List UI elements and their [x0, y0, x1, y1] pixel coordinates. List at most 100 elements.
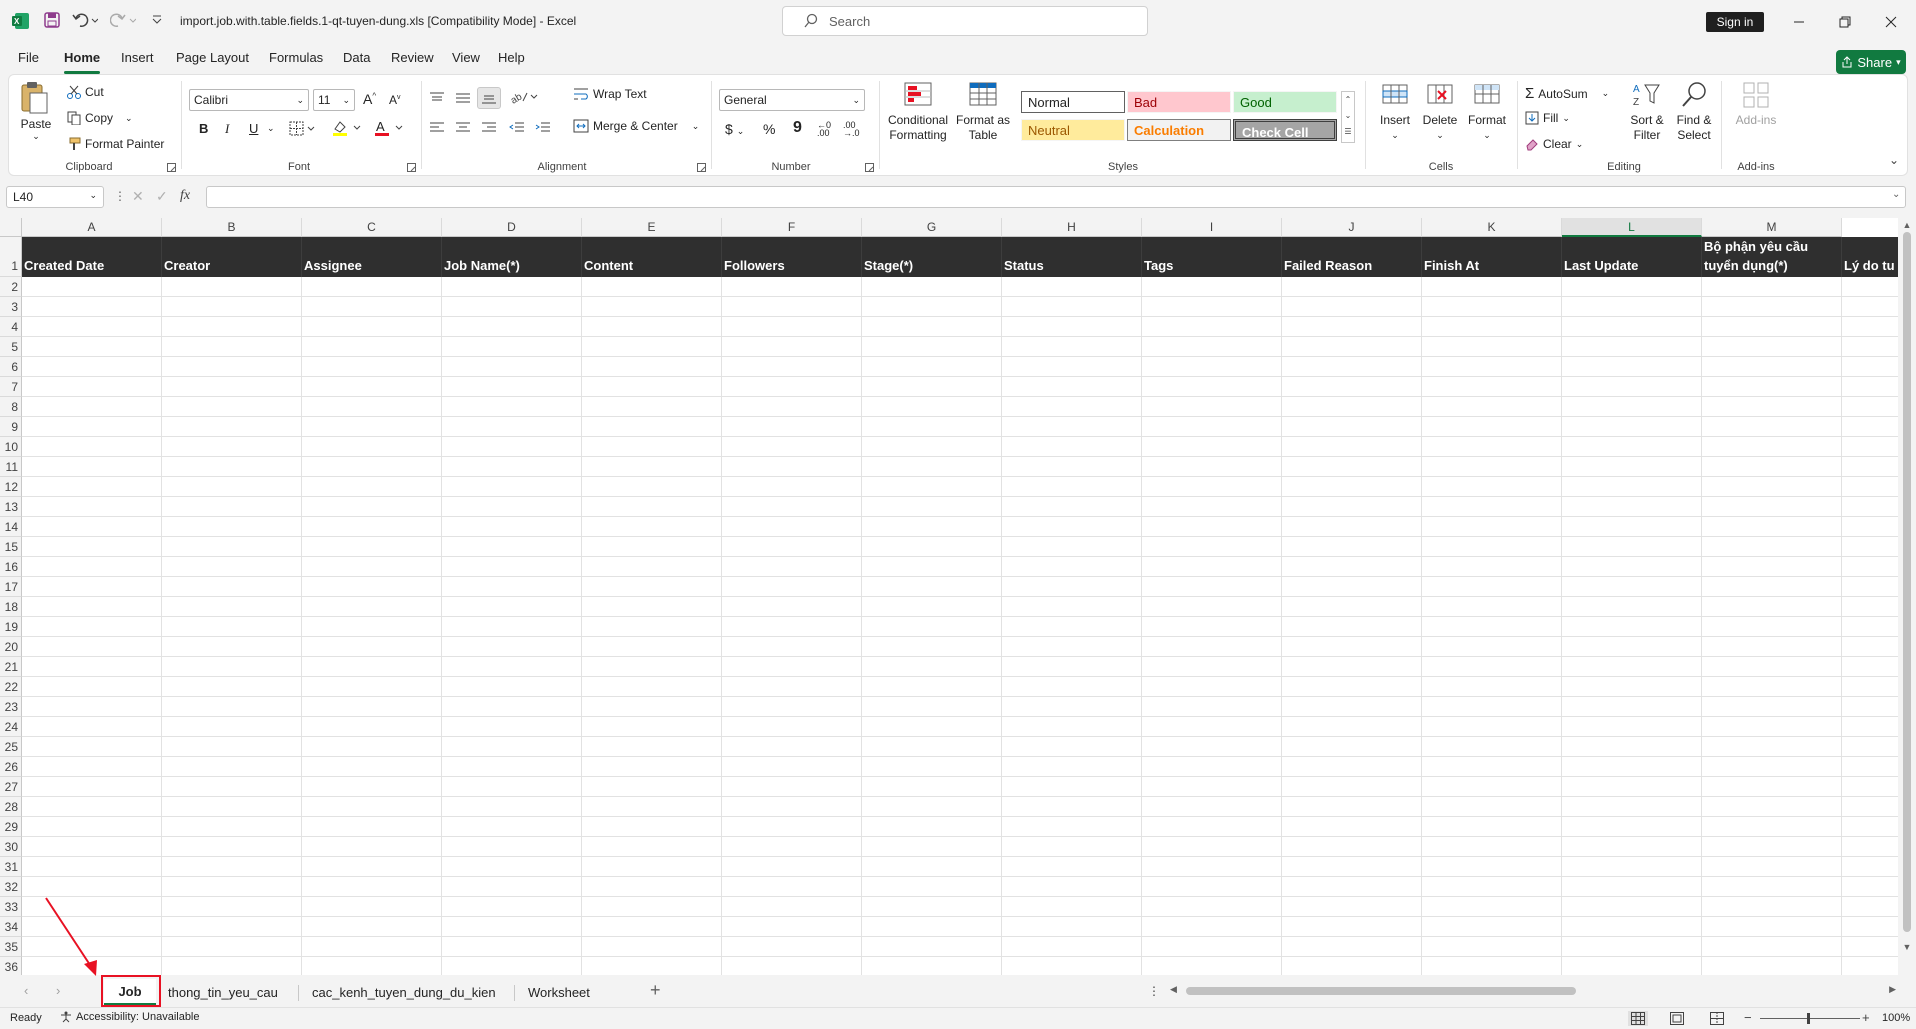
collapse-ribbon-icon[interactable]: ⌄ — [1889, 153, 1899, 167]
row-header[interactable]: 13 — [0, 497, 22, 517]
page-layout-view-icon[interactable] — [1670, 1012, 1684, 1025]
header-cell[interactable]: Followers — [722, 237, 862, 277]
header-cell[interactable]: Job Name(*) — [442, 237, 582, 277]
comma-style-icon[interactable]: 9 — [793, 119, 802, 137]
font-size-combo[interactable]: 11 ⌄ — [313, 89, 355, 111]
insert-cells-button[interactable]: Insert ⌄ — [1375, 81, 1415, 143]
column-header[interactable]: L — [1562, 218, 1702, 237]
format-as-table-button[interactable]: Format as Table — [953, 81, 1013, 143]
format-painter-button[interactable]: Format Painter — [67, 137, 164, 151]
header-cell[interactable]: Assignee — [302, 237, 442, 277]
row-header[interactable]: 25 — [0, 737, 22, 757]
style-normal[interactable]: Normal — [1021, 91, 1125, 113]
column-header[interactable]: H — [1002, 218, 1142, 237]
conditional-formatting-button[interactable]: Conditional Formatting — [885, 81, 951, 143]
increase-font-icon[interactable]: A^ — [363, 91, 376, 107]
borders-icon[interactable] — [289, 121, 315, 137]
align-bottom-icon[interactable] — [477, 87, 501, 109]
number-format-combo[interactable]: General ⌄ — [719, 89, 865, 111]
zoom-slider-thumb[interactable] — [1807, 1013, 1810, 1024]
more-options-icon[interactable]: ⋮ — [1148, 984, 1160, 998]
share-button[interactable]: Share ▾ — [1836, 50, 1906, 74]
row-header[interactable]: 23 — [0, 697, 22, 717]
scroll-left-icon[interactable]: ◀ — [1170, 984, 1177, 995]
header-cell[interactable]: Bộ phận yêu cầu tuyển dụng(*) — [1702, 237, 1842, 277]
align-middle-icon[interactable] — [455, 91, 471, 105]
row-header[interactable]: 29 — [0, 817, 22, 837]
column-header[interactable]: D — [442, 218, 582, 237]
header-cell[interactable]: Failed Reason — [1282, 237, 1422, 277]
row-header[interactable]: 28 — [0, 797, 22, 817]
vertical-scroll-thumb[interactable] — [1903, 232, 1911, 932]
minimize-icon[interactable] — [1776, 7, 1822, 37]
column-header[interactable]: I — [1142, 218, 1282, 237]
row-header[interactable]: 9 — [0, 417, 22, 437]
enter-icon[interactable]: ✓ — [156, 188, 168, 205]
paste-button[interactable]: Paste ⌄ — [19, 81, 53, 142]
menu-help[interactable]: Help — [498, 50, 525, 70]
row-header[interactable]: 12 — [0, 477, 22, 497]
bold-icon[interactable]: B — [199, 121, 208, 136]
row-header[interactable]: 8 — [0, 397, 22, 417]
sheet-tab-thong-tin-yeu-cau[interactable]: thong_tin_yeu_cau — [168, 979, 278, 1005]
header-cell[interactable]: Created Date — [22, 237, 162, 277]
close-icon[interactable] — [1868, 7, 1914, 37]
column-header[interactable]: A — [22, 218, 162, 237]
menu-home[interactable]: Home — [64, 50, 101, 74]
row-header[interactable]: 15 — [0, 537, 22, 557]
column-header[interactable]: E — [582, 218, 722, 237]
row-header[interactable]: 19 — [0, 617, 22, 637]
column-header[interactable]: F — [722, 218, 862, 237]
row-header[interactable]: 24 — [0, 717, 22, 737]
undo-icon[interactable] — [72, 12, 98, 28]
scroll-up-icon[interactable]: ▲ — [1898, 220, 1916, 230]
font-name-combo[interactable]: Calibri ⌄ — [189, 89, 309, 111]
row-header[interactable]: 20 — [0, 637, 22, 657]
row-header[interactable]: 6 — [0, 357, 22, 377]
zoom-slider[interactable] — [1760, 1013, 1860, 1024]
column-header[interactable]: C — [302, 218, 442, 237]
formula-input[interactable] — [206, 186, 1906, 208]
style-neutral[interactable]: Neutral — [1021, 119, 1125, 141]
select-all-corner[interactable] — [0, 218, 22, 237]
copy-button[interactable]: Copy ⌄ — [67, 111, 133, 125]
row-header[interactable]: 4 — [0, 317, 22, 337]
accessibility-status[interactable]: Accessibility: Unavailable — [60, 1011, 200, 1023]
column-header[interactable]: M — [1702, 218, 1842, 237]
customize-toolbar-icon[interactable] — [152, 14, 162, 26]
menu-view[interactable]: View — [452, 50, 480, 70]
align-left-icon[interactable] — [429, 121, 445, 135]
format-cells-button[interactable]: Format ⌄ — [1465, 81, 1509, 143]
header-cell[interactable]: Last Update — [1562, 237, 1702, 277]
zoom-level[interactable]: 100% — [1882, 1012, 1910, 1024]
underline-icon[interactable]: U — [249, 121, 258, 136]
decrease-font-icon[interactable]: Av — [389, 93, 401, 107]
column-header[interactable]: J — [1282, 218, 1422, 237]
merge-center-button[interactable]: Merge & Center ⌄ — [573, 119, 699, 133]
row-header[interactable]: 1 — [0, 237, 22, 277]
style-check-cell[interactable]: Check Cell — [1233, 119, 1337, 141]
row-header[interactable]: 32 — [0, 877, 22, 897]
row-header[interactable]: 5 — [0, 337, 22, 357]
header-cell[interactable]: Tags — [1142, 237, 1282, 277]
redo-icon[interactable] — [110, 12, 136, 28]
row-header[interactable]: 36 — [0, 957, 22, 975]
style-bad[interactable]: Bad — [1127, 91, 1231, 113]
search-box[interactable]: Search — [782, 6, 1148, 36]
header-cell[interactable]: Finish At — [1422, 237, 1562, 277]
cancel-icon[interactable]: ✕ — [132, 188, 144, 205]
menu-formulas[interactable]: Formulas — [269, 50, 323, 70]
style-calculation[interactable]: Calculation — [1127, 119, 1231, 141]
fill-color-icon[interactable] — [331, 119, 363, 137]
row-header[interactable]: 10 — [0, 437, 22, 457]
decrease-decimal-icon[interactable]: .00 →.0 — [843, 121, 860, 138]
add-sheet-icon[interactable]: + — [650, 980, 661, 1001]
scroll-down-icon[interactable]: ▼ — [1898, 942, 1916, 952]
name-box[interactable]: L40 ⌄ — [6, 186, 104, 208]
row-header[interactable]: 27 — [0, 777, 22, 797]
column-header[interactable]: K — [1422, 218, 1562, 237]
save-icon[interactable] — [44, 12, 60, 28]
row-header[interactable]: 16 — [0, 557, 22, 577]
dialog-launcher-icon[interactable] — [167, 163, 176, 172]
menu-data[interactable]: Data — [343, 50, 370, 70]
